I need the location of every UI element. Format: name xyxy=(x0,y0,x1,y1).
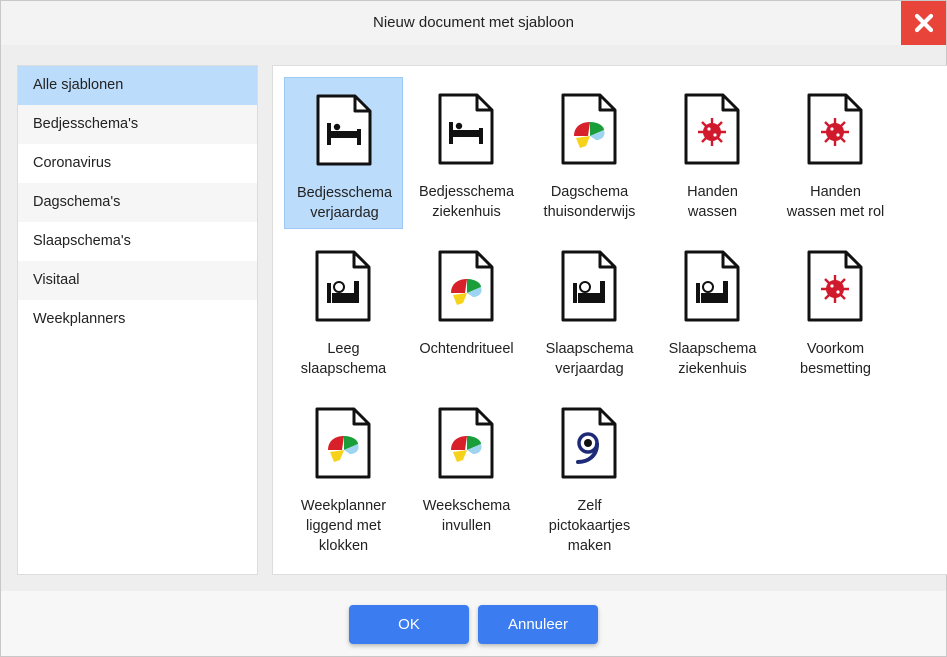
template-tile[interactable]: Zelf pictokaartjes maken xyxy=(530,391,649,554)
template-label: Weekplanner liggend met klokken xyxy=(300,498,387,554)
sidebar-item-dagschemas[interactable]: Dagschema's xyxy=(18,183,257,222)
colorful-logo-icon xyxy=(561,93,617,165)
template-label: Handen wassen met rol xyxy=(786,184,885,220)
template-tile[interactable]: Voorkom besmetting xyxy=(776,234,895,386)
virus-icon xyxy=(807,93,863,165)
colorful-logo-icon xyxy=(315,407,371,479)
category-sidebar: Alle sjablonen Bedjesschema's Coronaviru… xyxy=(17,65,258,575)
template-label: Slaapschema ziekenhuis xyxy=(668,341,757,377)
close-button[interactable] xyxy=(901,1,946,45)
sidebar-item-label: Bedjesschema's xyxy=(33,116,139,132)
template-label: Slaapschema verjaardag xyxy=(545,341,634,377)
template-label: Weekschema invullen xyxy=(422,498,511,534)
sidebar-item-label: Coronavirus xyxy=(33,155,112,171)
template-tile[interactable]: Slaapschema ziekenhuis xyxy=(653,234,772,386)
template-tile[interactable]: Handen wassen xyxy=(653,77,772,229)
sidebar-item-label: Visitaal xyxy=(33,272,80,288)
bed-icon xyxy=(438,93,494,165)
sidebar-item-label: Dagschema's xyxy=(33,194,121,210)
sidebar-item-coronavirus[interactable]: Coronavirus xyxy=(18,144,257,183)
dialog-footer: OK Annuleer xyxy=(1,591,946,656)
dialog-title: Nieuw document met sjabloon xyxy=(373,14,574,31)
sleeping-person-icon xyxy=(684,250,740,322)
pictogram-logo-icon xyxy=(561,407,617,479)
template-label: Zelf pictokaartjes maken xyxy=(548,498,631,554)
cancel-button[interactable]: Annuleer xyxy=(478,605,598,644)
template-tile[interactable]: Bedjesschema ziekenhuis xyxy=(407,77,526,229)
template-tile[interactable]: Ochtendritueel xyxy=(407,234,526,386)
template-tile[interactable]: Slaapschema verjaardag xyxy=(530,234,649,386)
new-document-dialog: Nieuw document met sjabloon Alle sjablon… xyxy=(0,0,947,657)
bed-icon xyxy=(316,94,372,166)
colorful-logo-icon xyxy=(438,250,494,322)
sidebar-item-label: Weekplanners xyxy=(33,311,126,327)
dialog-titlebar: Nieuw document met sjabloon xyxy=(1,1,946,45)
sidebar-item-bedjesschemas[interactable]: Bedjesschema's xyxy=(18,105,257,144)
ok-button[interactable]: OK xyxy=(349,605,469,644)
template-tile[interactable]: Weekschema invullen xyxy=(407,391,526,543)
close-x-icon xyxy=(914,13,933,33)
virus-icon xyxy=(807,250,863,322)
template-label: Leeg slaapschema xyxy=(300,341,387,377)
colorful-logo-icon xyxy=(438,407,494,479)
template-label: Handen wassen xyxy=(687,184,738,220)
template-tile[interactable]: Weekplanner liggend met klokken xyxy=(284,391,403,554)
template-tile[interactable]: Bedjesschema verjaardag xyxy=(284,77,403,229)
template-label: Dagschema thuisonderwijs xyxy=(543,184,636,220)
sidebar-item-label: Alle sjablonen xyxy=(33,77,124,93)
template-tile[interactable]: Handen wassen met rol xyxy=(776,77,895,229)
template-label: Bedjesschema verjaardag xyxy=(296,185,393,221)
sidebar-item-visitaal[interactable]: Visitaal xyxy=(18,261,257,300)
template-tile[interactable]: Dagschema thuisonderwijs xyxy=(530,77,649,229)
template-grid: Bedjesschema verjaardag Bedjesschema zie… xyxy=(272,65,947,575)
template-label: Voorkom besmetting xyxy=(800,341,871,377)
sleeping-person-icon xyxy=(561,250,617,322)
template-tile[interactable]: Leeg slaapschema xyxy=(284,234,403,386)
sidebar-item-alle-sjablonen[interactable]: Alle sjablonen xyxy=(18,66,257,105)
template-label: Bedjesschema ziekenhuis xyxy=(418,184,515,220)
sidebar-item-label: Slaapschema's xyxy=(33,233,131,249)
sleeping-person-icon xyxy=(315,250,371,322)
sidebar-item-slaapschemas[interactable]: Slaapschema's xyxy=(18,222,257,261)
sidebar-item-weekplanners[interactable]: Weekplanners xyxy=(18,300,257,339)
template-label: Ochtendritueel xyxy=(419,341,514,357)
dialog-body: Alle sjablonen Bedjesschema's Coronaviru… xyxy=(1,45,947,591)
virus-icon xyxy=(684,93,740,165)
